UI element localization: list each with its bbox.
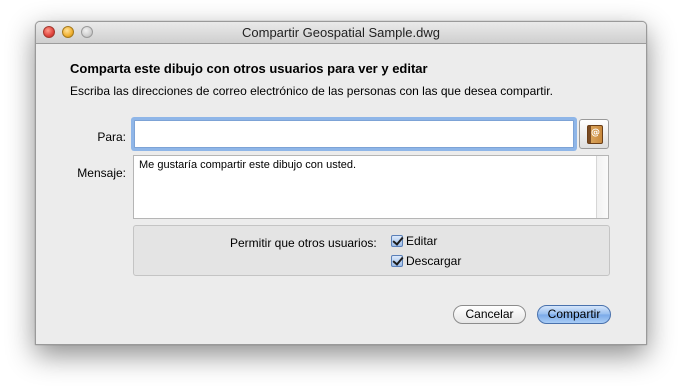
address-book-button[interactable]: @ (579, 119, 609, 149)
to-email-input[interactable] (134, 120, 574, 148)
cancel-button[interactable]: Cancelar (453, 305, 526, 324)
edit-checkbox-label: Editar (406, 234, 438, 248)
dialog-instructions: Escriba las direcciones de correo electr… (70, 84, 553, 98)
share-button[interactable]: Compartir (537, 305, 611, 324)
message-textarea[interactable]: Me gustaría compartir este dibujo con us… (133, 155, 609, 219)
share-dialog: Compartir Geospatial Sample.dwg Comparta… (35, 21, 647, 345)
title-bar: Compartir Geospatial Sample.dwg (36, 22, 646, 44)
message-text: Me gustaría compartir este dibujo con us… (139, 159, 357, 171)
edit-checkbox[interactable] (391, 235, 403, 247)
edit-permission-option[interactable]: Editar (391, 234, 437, 248)
window-title: Compartir Geospatial Sample.dwg (242, 25, 440, 40)
address-book-icon: @ (587, 125, 603, 144)
to-field-label: Para: (97, 130, 126, 144)
download-checkbox[interactable] (391, 255, 403, 267)
download-permission-option[interactable]: Descargar (391, 254, 461, 268)
message-scrollbar[interactable] (596, 156, 608, 218)
download-checkbox-label: Descargar (406, 254, 462, 268)
dialog-heading: Comparta este dibujo con otros usuarios … (70, 61, 428, 76)
permissions-label: Permitir que otros usuarios: (230, 236, 377, 250)
permissions-panel: Permitir que otros usuarios: Editar Desc… (133, 225, 610, 276)
message-field-label: Mensaje: (77, 166, 126, 180)
